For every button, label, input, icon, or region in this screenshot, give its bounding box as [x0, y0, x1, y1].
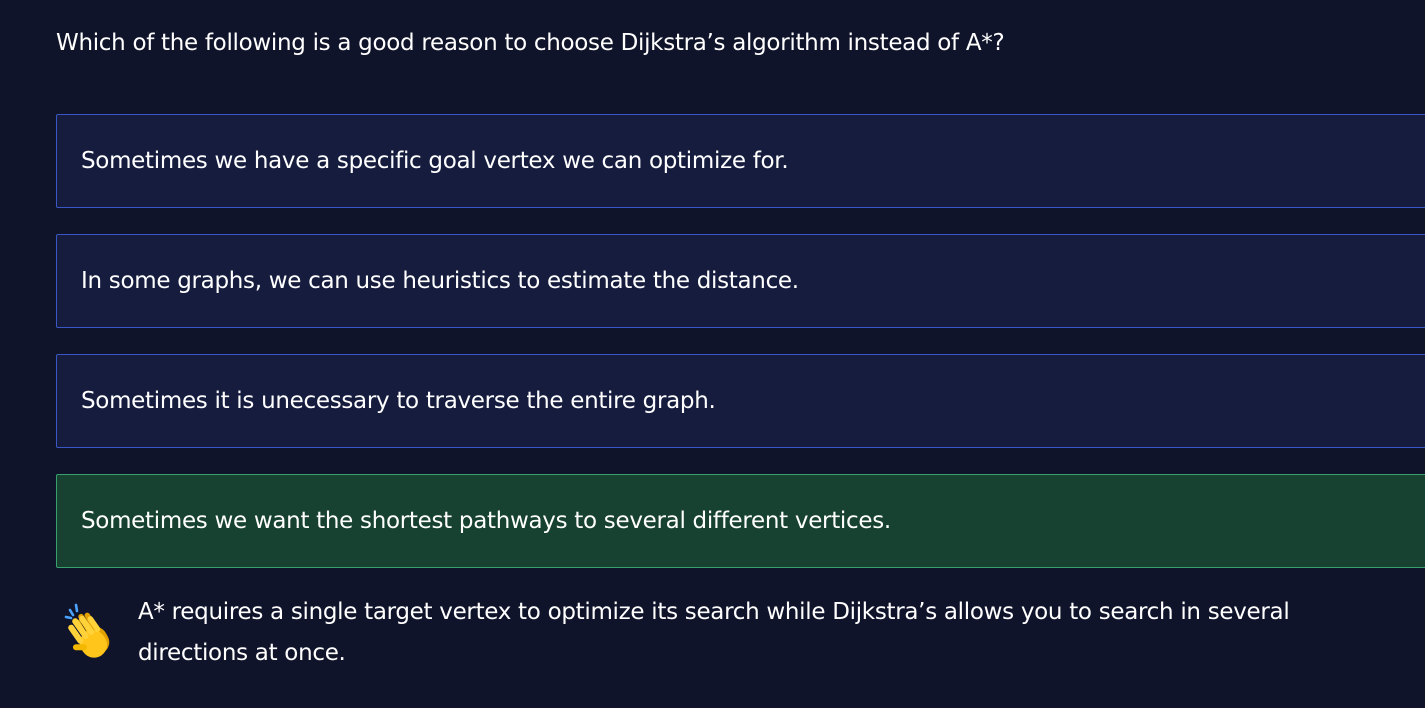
answer-option-label: Sometimes we want the shortest pathways …	[81, 508, 891, 534]
quiz-question: Which of the following is a good reason …	[56, 30, 1005, 56]
answer-option-4-correct[interactable]: Sometimes we want the shortest pathways …	[56, 474, 1425, 568]
feedback-explanation: A* requires a single target vertex to op…	[138, 599, 1290, 666]
answer-option-label: Sometimes it is unecessary to traverse t…	[81, 388, 716, 414]
answer-option-label: In some graphs, we can use heuristics to…	[81, 268, 799, 294]
answer-option-2[interactable]: In some graphs, we can use heuristics to…	[56, 234, 1425, 328]
answer-option-label: Sometimes we have a specific goal vertex…	[81, 148, 789, 174]
answer-option-1[interactable]: Sometimes we have a specific goal vertex…	[56, 114, 1425, 208]
answer-option-3[interactable]: Sometimes it is unecessary to traverse t…	[56, 354, 1425, 448]
clapping-hands-icon	[64, 602, 120, 662]
